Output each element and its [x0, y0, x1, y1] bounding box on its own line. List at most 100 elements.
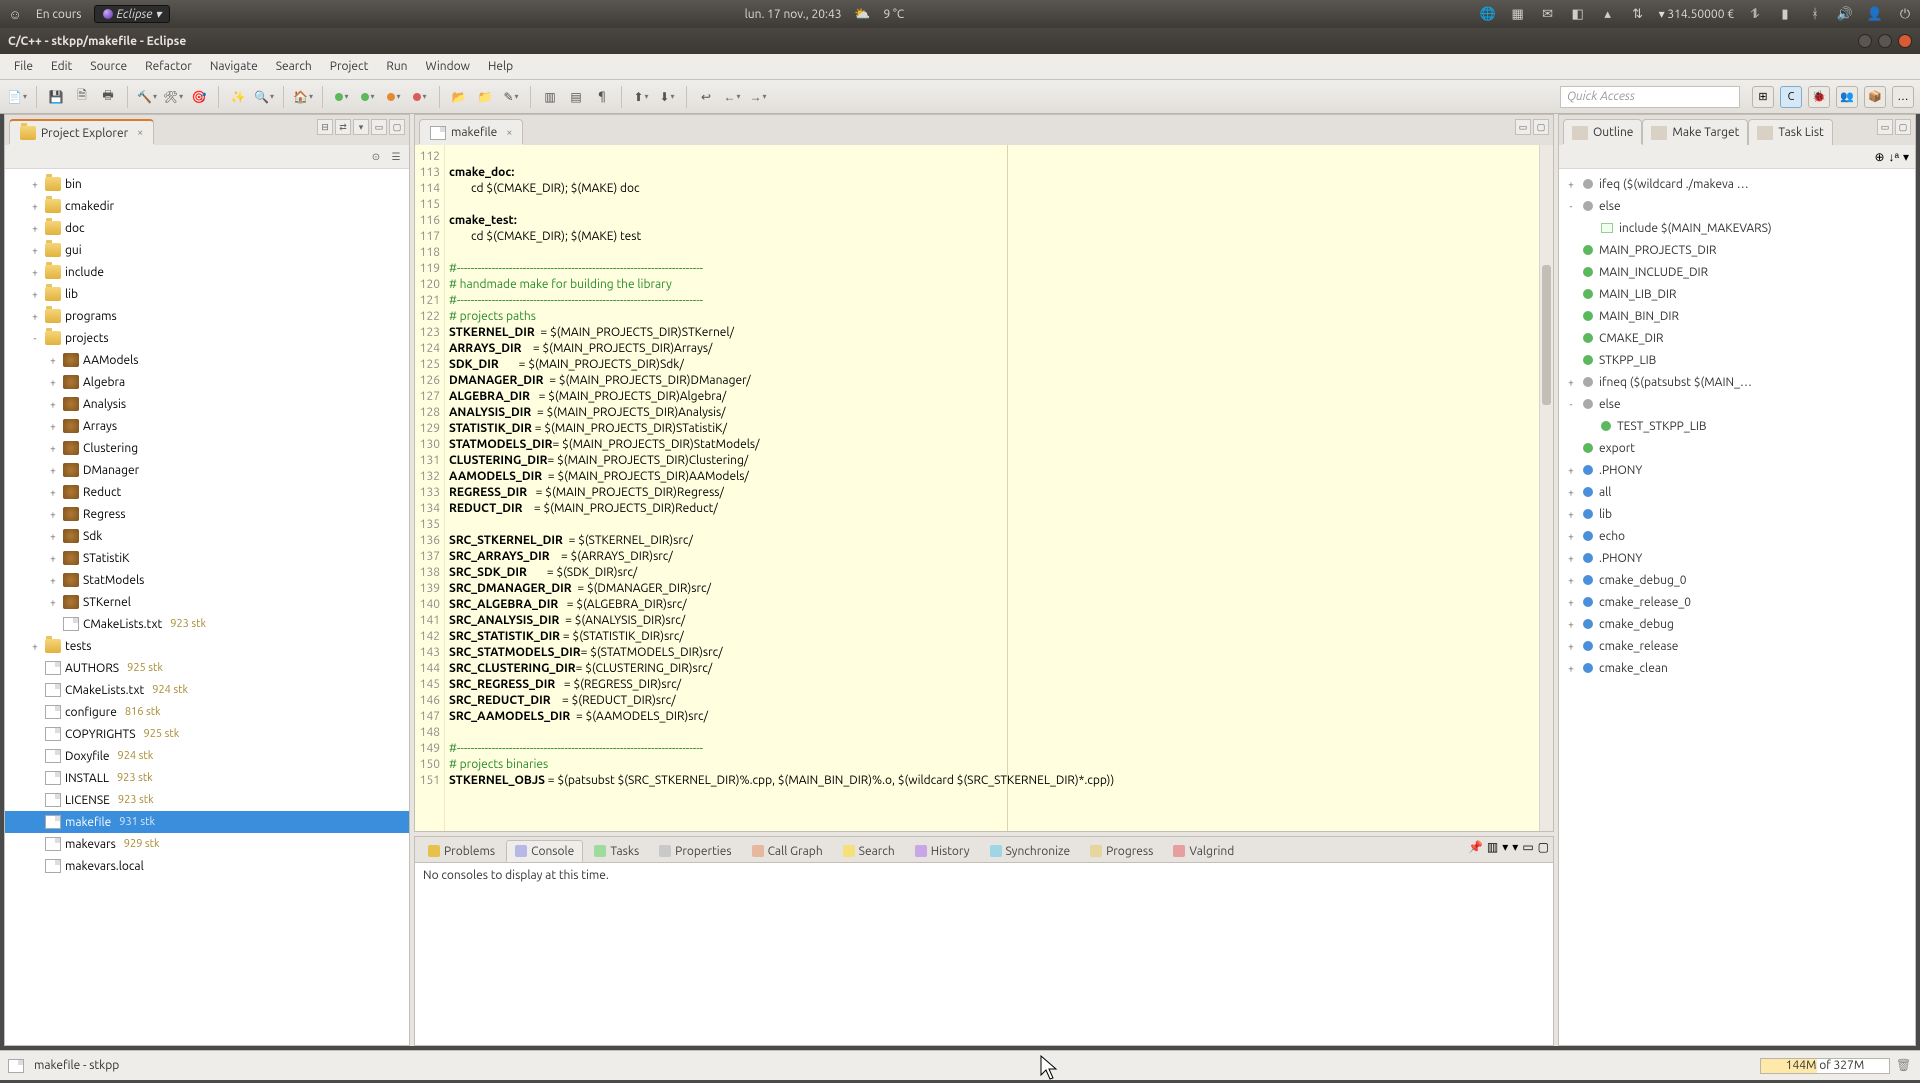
outline-tab-make-target[interactable]: Make Target: [1642, 119, 1748, 145]
new-console-button[interactable]: ▾: [1512, 840, 1518, 854]
outline-item-test-stkpp-lib[interactable]: TEST_STKPP_LIB: [1559, 415, 1915, 437]
menu-navigate[interactable]: Navigate: [202, 57, 266, 76]
project-tree[interactable]: +bin+cmakedir+doc+gui+include+lib+progra…: [5, 169, 409, 1045]
print-button[interactable]: 🖶: [97, 86, 119, 108]
build-target-button[interactable]: 🎯: [188, 86, 210, 108]
expand-icon[interactable]: -: [29, 333, 41, 344]
editor-body[interactable]: 1121131141151161171181191201211221231241…: [415, 145, 1553, 831]
trash-icon[interactable]: 🗑: [1896, 1058, 1912, 1074]
menu-run[interactable]: Run: [378, 57, 415, 76]
home-button[interactable]: 🏠: [292, 86, 314, 108]
expand-icon[interactable]: +: [29, 641, 41, 652]
expand-icon[interactable]: +: [47, 399, 59, 410]
tray-power-icon[interactable]: ⏻: [1896, 5, 1914, 23]
outline-item-ifneq-patsubst-main-[interactable]: +ifneq ($(patsubst $(MAIN_…: [1559, 371, 1915, 393]
minimize-outline-button[interactable]: ▭: [1877, 119, 1893, 135]
expand-icon[interactable]: +: [47, 421, 59, 432]
annotation-next-button[interactable]: ⬇: [656, 86, 678, 108]
save-button[interactable]: 💾: [45, 86, 67, 108]
expand-icon[interactable]: +: [1565, 641, 1577, 652]
annotation-prev-button[interactable]: ⬆: [630, 86, 652, 108]
bottom-tab-console[interactable]: Console: [506, 840, 583, 862]
profile-button[interactable]: [383, 86, 405, 108]
bottom-tab-history[interactable]: History: [906, 840, 979, 862]
bottom-tab-tasks[interactable]: Tasks: [585, 840, 648, 862]
tree-item-cmakelists-txt[interactable]: CMakeLists.txt923 stk: [5, 613, 409, 635]
last-edit-button[interactable]: ↩: [695, 86, 717, 108]
tree-item-projects[interactable]: -projects: [5, 327, 409, 349]
tree-item-makevars[interactable]: makevars929 stk: [5, 833, 409, 855]
outline-item-cmake-dir[interactable]: CMAKE_DIR: [1559, 327, 1915, 349]
project-explorer-tab[interactable]: Project Explorer ×: [9, 119, 154, 145]
outline-tree[interactable]: +ifeq ($(wildcard ./makeva …-elseinclude…: [1559, 169, 1915, 1045]
perspective-debug-button[interactable]: 🐞: [1808, 86, 1830, 108]
tray-updown-icon[interactable]: ⇅: [1629, 5, 1647, 23]
tray-app-icon[interactable]: ◧: [1569, 5, 1587, 23]
open-console-button[interactable]: ▾: [1502, 840, 1508, 854]
tray-network-icon[interactable]: ⥮: [1746, 5, 1764, 23]
build-config-button[interactable]: 🛠: [162, 86, 184, 108]
weather-icon[interactable]: ⛅: [854, 5, 872, 23]
filter-button[interactable]: ☰: [387, 148, 405, 166]
bottom-tab-search[interactable]: Search: [834, 840, 904, 862]
expand-icon[interactable]: +: [1565, 487, 1577, 498]
perspective-cpp-button[interactable]: C: [1780, 86, 1802, 108]
expand-icon[interactable]: -: [1565, 399, 1577, 410]
focus-button[interactable]: ⊙: [367, 148, 385, 166]
tree-item-install[interactable]: INSTALL923 stk: [5, 767, 409, 789]
minimize-view-button[interactable]: ▭: [371, 119, 387, 135]
quick-access-input[interactable]: Quick Access: [1560, 86, 1740, 108]
tree-item-algebra[interactable]: +Algebra: [5, 371, 409, 393]
tray-battery-icon[interactable]: ▮: [1776, 5, 1794, 23]
menu-window[interactable]: Window: [418, 57, 478, 76]
expand-icon[interactable]: +: [1565, 465, 1577, 476]
tray-mail-icon[interactable]: ✉: [1539, 5, 1557, 23]
tree-item-analysis[interactable]: +Analysis: [5, 393, 409, 415]
menu-project[interactable]: Project: [322, 57, 377, 76]
close-icon[interactable]: ×: [506, 127, 512, 139]
expand-icon[interactable]: +: [29, 311, 41, 322]
bottom-tab-properties[interactable]: Properties: [650, 840, 740, 862]
tree-item-makefile[interactable]: makefile931 stk: [5, 811, 409, 833]
expand-icon[interactable]: +: [29, 179, 41, 190]
tree-item-sdk[interactable]: +Sdk: [5, 525, 409, 547]
expand-icon[interactable]: +: [29, 223, 41, 234]
minimize-editor-button[interactable]: ▭: [1515, 119, 1531, 135]
outline-menu-button[interactable]: ▾: [1903, 150, 1909, 164]
menu-refactor[interactable]: Refactor: [137, 57, 200, 76]
perspective-other-button[interactable]: …: [1892, 86, 1914, 108]
tree-item-gui[interactable]: +gui: [5, 239, 409, 261]
bottom-tab-call-graph[interactable]: Call Graph: [743, 840, 832, 862]
outline-focus-button[interactable]: ⊕: [1874, 150, 1884, 164]
outline-item-main-projects-dir[interactable]: MAIN_PROJECTS_DIR: [1559, 239, 1915, 261]
tree-item-bin[interactable]: +bin: [5, 173, 409, 195]
outline-item-include-main-makevars-[interactable]: include $(MAIN_MAKEVARS): [1559, 217, 1915, 239]
tree-item-stkernel[interactable]: +STKernel: [5, 591, 409, 613]
outline-item-cmake-release[interactable]: +cmake_release: [1559, 635, 1915, 657]
outline-item-export[interactable]: export: [1559, 437, 1915, 459]
outline-item-cmake-debug-0[interactable]: +cmake_debug_0: [1559, 569, 1915, 591]
expand-icon[interactable]: +: [1565, 619, 1577, 630]
wand-button[interactable]: ✨: [227, 86, 249, 108]
pin-console-button[interactable]: 📌: [1468, 840, 1483, 854]
encours-label[interactable]: En cours: [36, 8, 82, 21]
outline-item-all[interactable]: +all: [1559, 481, 1915, 503]
expand-icon[interactable]: +: [1565, 553, 1577, 564]
power-cost-label[interactable]: ▾ 314.50000 €: [1659, 7, 1734, 21]
outline-item--phony[interactable]: +.PHONY: [1559, 459, 1915, 481]
tree-item-arrays[interactable]: +Arrays: [5, 415, 409, 437]
expand-icon[interactable]: +: [47, 487, 59, 498]
heap-status[interactable]: 144M of 327M: [1760, 1058, 1890, 1074]
view-menu-button[interactable]: ▾: [353, 119, 369, 135]
outline-item-else[interactable]: -else: [1559, 393, 1915, 415]
expand-icon[interactable]: +: [29, 245, 41, 256]
window-close-button[interactable]: [1898, 34, 1912, 48]
outline-tab-outline[interactable]: Outline: [1563, 119, 1642, 145]
outline-item-cmake-release-0[interactable]: +cmake_release_0: [1559, 591, 1915, 613]
tree-item-reduct[interactable]: +Reduct: [5, 481, 409, 503]
new-button[interactable]: 📄: [6, 86, 28, 108]
expand-icon[interactable]: +: [47, 575, 59, 586]
expand-icon[interactable]: +: [47, 509, 59, 520]
window-maximize-button[interactable]: [1878, 34, 1892, 48]
outline-tab-task-list[interactable]: Task List: [1748, 119, 1832, 145]
